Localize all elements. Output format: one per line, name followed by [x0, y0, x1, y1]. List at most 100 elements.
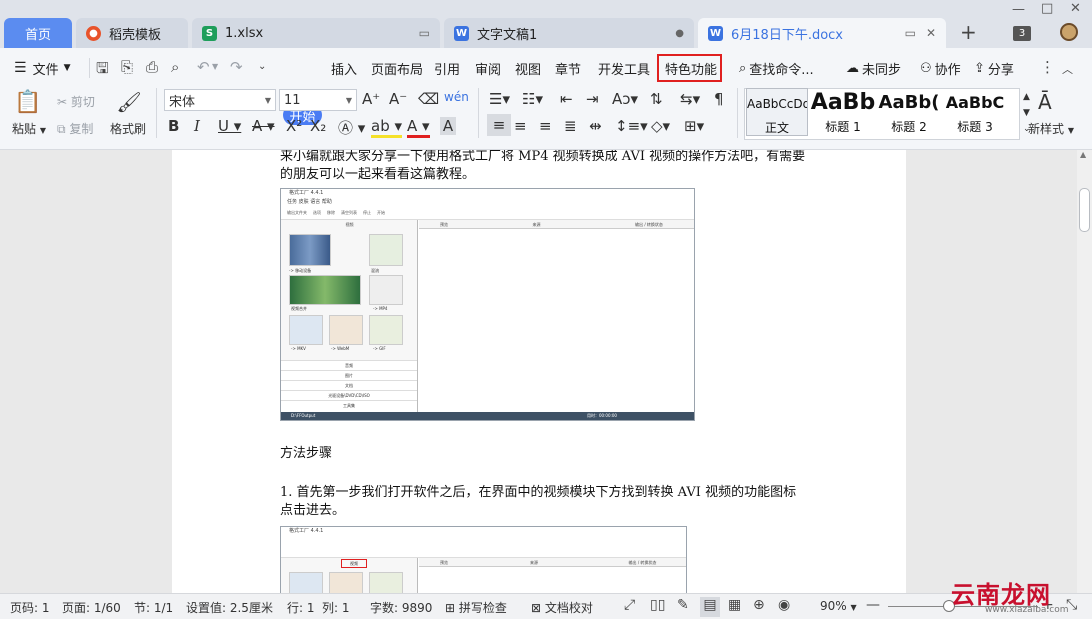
more-icon[interactable]: ⋮: [1040, 58, 1055, 76]
window-count-badge[interactable]: 3: [1013, 26, 1031, 41]
bold-icon[interactable]: B: [168, 117, 179, 135]
pinyin-guide-icon[interactable]: wén: [444, 90, 469, 104]
menu-references[interactable]: 引用: [434, 58, 460, 78]
redo-icon[interactable]: ↷: [230, 58, 243, 76]
style-heading-2[interactable]: AaBb( 标题 2: [877, 88, 941, 136]
show-marks-icon[interactable]: ⇆▾: [680, 90, 700, 108]
superscript-icon[interactable]: X²: [286, 117, 302, 135]
eye-protection-icon[interactable]: ◉: [778, 597, 790, 613]
word-count[interactable]: 字数: 9890: [370, 599, 432, 616]
strikethrough-icon[interactable]: A ▾: [252, 117, 275, 135]
maximize-icon[interactable]: □: [1041, 1, 1053, 16]
menu-page-layout[interactable]: 页面布局: [371, 58, 423, 78]
cut-button[interactable]: ✂ 剪切: [57, 93, 95, 110]
menu-developer[interactable]: 开发工具: [598, 58, 650, 78]
paste-icon[interactable]: 📋: [14, 90, 41, 115]
reading-mode-icon[interactable]: ▯▯: [650, 597, 665, 613]
underline-icon[interactable]: U ▾: [218, 117, 241, 135]
numbered-list-icon[interactable]: ☷▾: [522, 90, 543, 108]
spell-check-button[interactable]: ⊞ 拼写检查: [445, 599, 507, 616]
tab-writer-doc1[interactable]: W 文字文稿1 ●: [444, 18, 694, 48]
menu-insert[interactable]: 插入: [331, 58, 357, 78]
char-shading-icon[interactable]: A: [440, 117, 456, 135]
copy-button[interactable]: ⧉ 复制: [57, 120, 93, 137]
file-menu[interactable]: ☰ 文件 ▼: [14, 58, 71, 78]
embedded-screenshot[interactable]: 格式工厂 4.4.1 视频 预览 来源 输出 / 转换状态: [280, 526, 687, 593]
save-icon[interactable]: 🖫: [96, 58, 109, 83]
new-tab-icon[interactable]: +: [960, 20, 977, 44]
page-number[interactable]: 页码: 1: [10, 599, 50, 616]
font-name-select[interactable]: 宋体 ▼: [164, 89, 276, 111]
bullet-list-icon[interactable]: ☰▾: [489, 90, 510, 108]
justify-icon[interactable]: ≣: [564, 117, 577, 135]
collab-button[interactable]: ⚇ 协作: [920, 58, 961, 78]
style-heading-1[interactable]: AaBb 标题 1: [810, 88, 876, 136]
column-indicator[interactable]: 列: 1: [322, 599, 350, 616]
text-effect-icon[interactable]: Ⓐ ▾: [338, 117, 365, 138]
paragraph-mark-icon[interactable]: ¶: [714, 90, 724, 108]
monitor-icon[interactable]: ▭: [419, 26, 430, 40]
zoom-level[interactable]: 90% ▼: [820, 599, 857, 613]
undo-icon[interactable]: ↶: [197, 58, 210, 76]
chevron-down-icon[interactable]: ▼: [212, 62, 218, 71]
row-indicator[interactable]: 行: 1: [287, 599, 315, 616]
tab-xlsx[interactable]: S 1.xlsx ▭: [192, 18, 440, 48]
sync-button[interactable]: ☁ 未同步: [846, 58, 901, 78]
format-painter-icon[interactable]: 🖌: [116, 90, 141, 114]
page-count[interactable]: 页面: 1/60: [62, 599, 121, 616]
section-count[interactable]: 节: 1/1: [134, 599, 173, 616]
tab-docer[interactable]: ● 稻壳模板: [76, 18, 188, 48]
text-direction-icon[interactable]: Aↄ▾: [612, 90, 638, 108]
font-color-icon[interactable]: A ▾: [407, 117, 430, 138]
distributed-icon[interactable]: ⇹: [589, 117, 602, 135]
proofread-button[interactable]: ⊠ 文档校对: [531, 599, 593, 616]
style-heading-3[interactable]: AaBbC 标题 3: [942, 88, 1008, 136]
close-tab-icon[interactable]: ✕: [926, 26, 936, 40]
align-right-icon[interactable]: ≡: [539, 117, 552, 135]
line-spacing-icon[interactable]: ↕≡▾: [615, 117, 648, 135]
subscript-icon[interactable]: X₂: [310, 117, 326, 135]
format-painter-label[interactable]: 格式刷: [110, 120, 146, 137]
pen-icon[interactable]: ✎: [677, 597, 689, 613]
monitor-icon[interactable]: ▭: [905, 26, 916, 40]
gallery-up-icon[interactable]: ▲: [1023, 92, 1030, 102]
print-preview-icon[interactable]: ⌕: [171, 58, 179, 76]
align-left-icon[interactable]: ≡: [487, 114, 511, 136]
borders-icon[interactable]: ⊞▾: [684, 117, 704, 135]
close-window-icon[interactable]: ✕: [1070, 1, 1081, 16]
increase-font-icon[interactable]: A⁺: [362, 90, 380, 108]
setting-value[interactable]: 设置值: 2.5厘米: [186, 599, 273, 616]
tab-home[interactable]: 首页: [4, 18, 72, 48]
tab-active-docx[interactable]: W 6月18日下午.docx ▭ ✕: [698, 18, 946, 48]
export-icon[interactable]: ⎘: [121, 58, 133, 76]
zoom-out-icon[interactable]: —: [866, 597, 880, 613]
shading-icon[interactable]: ◇▾: [651, 117, 670, 135]
fullscreen-icon[interactable]: ⤢: [624, 597, 635, 613]
decrease-indent-icon[interactable]: ⇤: [560, 90, 573, 108]
customize-icon[interactable]: ⌄: [258, 61, 266, 72]
sort-icon[interactable]: ⇅: [650, 90, 663, 108]
paste-button[interactable]: 粘贴 ▼: [12, 120, 46, 137]
collapse-ribbon-icon[interactable]: ︿: [1062, 61, 1073, 77]
align-center-icon[interactable]: ≡: [514, 117, 527, 135]
menu-chapter[interactable]: 章节: [555, 58, 581, 78]
scrollbar-thumb[interactable]: [1079, 188, 1090, 232]
menu-view[interactable]: 视图: [515, 58, 541, 78]
highlight-icon[interactable]: ab ▾: [371, 117, 403, 138]
outline-view-icon[interactable]: ▦: [728, 597, 741, 613]
menu-review[interactable]: 审阅: [475, 58, 501, 78]
print-icon[interactable]: ⎙: [146, 58, 158, 76]
page-view-icon[interactable]: ▤: [700, 597, 720, 617]
new-style-button[interactable]: 新样式 ▼: [1028, 120, 1074, 137]
decrease-font-icon[interactable]: A⁻: [389, 90, 407, 108]
scroll-up-icon[interactable]: ▲: [1080, 150, 1086, 159]
increase-indent-icon[interactable]: ⇥: [586, 90, 599, 108]
web-view-icon[interactable]: ⊕: [753, 597, 765, 613]
share-button[interactable]: ⇪ 分享: [974, 58, 1014, 78]
style-normal[interactable]: AaBbCcDd 正文: [746, 88, 808, 136]
minimize-icon[interactable]: —: [1012, 2, 1025, 17]
clear-format-icon[interactable]: ⌫: [418, 90, 439, 108]
font-size-select[interactable]: 11 ▼: [279, 89, 357, 111]
embedded-screenshot[interactable]: 格式工厂 4.4.1 任务 皮肤 语言 帮助 输出文件夹 选项 移除 清空列表 …: [280, 188, 695, 421]
avatar[interactable]: [1060, 23, 1078, 41]
